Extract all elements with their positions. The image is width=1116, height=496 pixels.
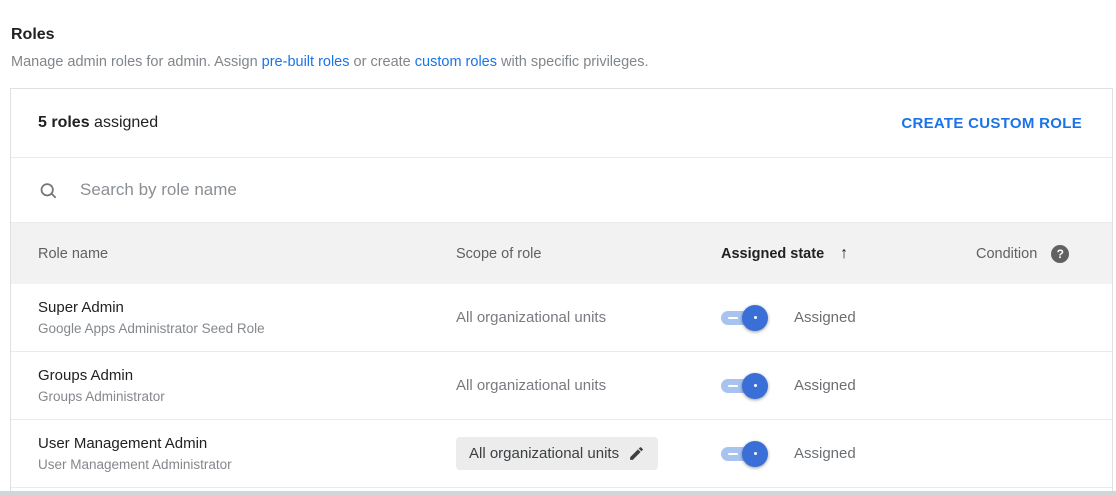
scope-cell: All organizational units <box>456 377 721 395</box>
assigned-toggle[interactable] <box>721 440 769 467</box>
roles-card: 5 roles assigned CREATE CUSTOM ROLE Role… <box>10 88 1113 496</box>
role-name-cell: Super Admin Google Apps Administrator Se… <box>38 299 456 336</box>
description-text: Manage admin roles for admin. Assign <box>11 54 262 70</box>
role-name: Super Admin <box>38 299 124 316</box>
roles-count: 5 roles assigned <box>38 114 158 132</box>
assigned-state-cell: Assigned <box>721 304 976 331</box>
assigned-state-cell: Assigned <box>721 440 976 467</box>
role-description: Google Apps Administrator Seed Role <box>38 321 265 336</box>
role-name-cell: User Management Admin User Management Ad… <box>38 435 456 472</box>
scope-edit-chip[interactable]: All organizational units <box>456 437 659 470</box>
page-header: Roles Manage admin roles for admin. Assi… <box>0 0 1116 71</box>
column-header-condition[interactable]: Condition ? <box>976 244 1112 263</box>
edit-pencil-icon <box>628 445 645 462</box>
prebuilt-roles-link[interactable]: pre-built roles <box>262 54 350 70</box>
toggle-knob-icon <box>742 440 768 467</box>
column-header-assigned-state[interactable]: Assigned state ↑ <box>721 245 976 263</box>
column-header-role-name[interactable]: Role name <box>38 246 456 262</box>
search-input[interactable] <box>78 179 1085 201</box>
roles-count-number: 5 roles <box>38 114 90 131</box>
scope-cell: All organizational units <box>456 437 721 470</box>
table-row-super-admin: Super Admin Google Apps Administrator Se… <box>11 284 1112 352</box>
column-header-scope[interactable]: Scope of role <box>456 246 721 262</box>
scope-of-role: All organizational units <box>456 376 607 394</box>
scope-cell: All organizational units <box>456 309 721 327</box>
create-custom-role-button[interactable]: CREATE CUSTOM ROLE <box>899 107 1084 140</box>
assigned-toggle[interactable] <box>721 372 769 399</box>
table-header: Role name Scope of role Assigned state ↑… <box>11 223 1112 284</box>
assigned-state-label: Assigned <box>794 377 856 394</box>
roles-count-label: assigned <box>89 114 159 131</box>
description-text: or create <box>349 54 415 70</box>
card-header: 5 roles assigned CREATE CUSTOM ROLE <box>11 89 1112 158</box>
toggle-dash-icon <box>728 384 738 388</box>
scope-of-role: All organizational units <box>469 445 620 462</box>
role-name: Groups Admin <box>38 367 134 384</box>
assigned-state-cell: Assigned <box>721 372 976 399</box>
help-icon[interactable]: ? <box>1051 244 1070 263</box>
role-description: User Management Administrator <box>38 457 232 472</box>
sort-ascending-icon: ↑ <box>840 244 849 262</box>
assigned-toggle[interactable] <box>721 304 769 331</box>
assigned-state-label: Assigned <box>794 309 856 326</box>
toggle-dash-icon <box>728 316 738 320</box>
page-title: Roles <box>11 26 55 43</box>
search-icon <box>38 181 59 202</box>
page-description: Manage admin roles for admin. Assign pre… <box>11 53 1106 71</box>
horizontal-scrollbar[interactable] <box>0 491 1116 496</box>
role-name-cell: Groups Admin Groups Administrator <box>38 367 456 404</box>
scope-of-role: All organizational units <box>456 308 607 326</box>
toggle-knob-icon <box>742 304 768 331</box>
custom-roles-link[interactable]: custom roles <box>415 54 497 70</box>
toggle-dash-icon <box>728 452 738 456</box>
search-bar <box>11 158 1112 223</box>
table-row-user-management-admin: User Management Admin User Management Ad… <box>11 420 1112 488</box>
role-description: Groups Administrator <box>38 389 165 404</box>
role-name: User Management Admin <box>38 435 208 452</box>
toggle-knob-icon <box>742 372 768 399</box>
assigned-state-label: Assigned <box>794 445 856 462</box>
table-row-groups-admin: Groups Admin Groups Administrator All or… <box>11 352 1112 420</box>
description-text: with specific privileges. <box>496 54 649 70</box>
